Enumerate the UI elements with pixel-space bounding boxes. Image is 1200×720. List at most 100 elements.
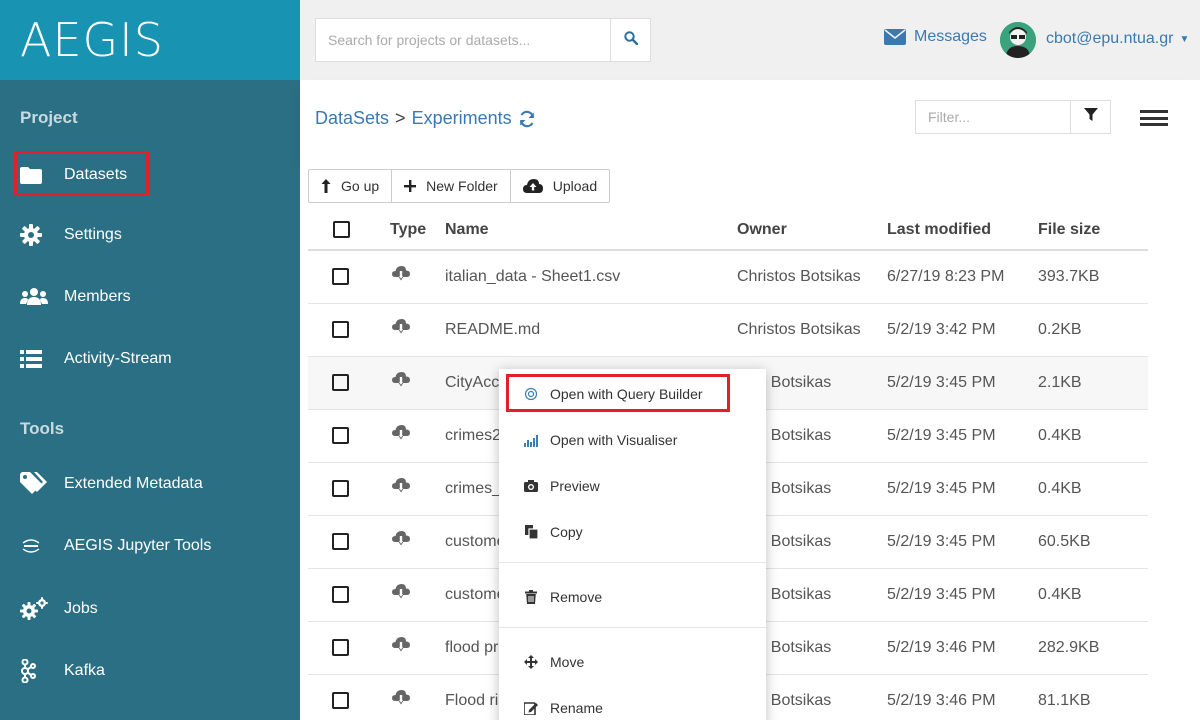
select-all-checkbox[interactable] (333, 220, 350, 238)
menu-item-preview[interactable]: Preview (499, 468, 766, 504)
owner-cell: Christos Botsikas (737, 250, 887, 304)
user-menu[interactable]: cbot@epu.ntua.gr ▼ (1046, 30, 1189, 48)
file-size-cell: 0.4KB (1038, 409, 1148, 463)
filter-button[interactable] (1070, 101, 1110, 133)
file-toolbar: Go up New Folder Upload (308, 169, 611, 203)
file-size-cell: 60.5KB (1038, 515, 1148, 569)
breadcrumb-current[interactable]: Experiments (412, 108, 512, 129)
caret-down-icon: ▼ (1179, 33, 1190, 45)
cloud-upload-icon (522, 179, 543, 193)
file-download-icon[interactable] (392, 690, 410, 710)
file-download-icon[interactable] (392, 478, 410, 498)
type-cell (364, 674, 445, 720)
file-download-icon[interactable] (392, 584, 410, 604)
modified-cell: 5/2/19 3:46 PM (887, 674, 1038, 720)
row-checkbox[interactable] (332, 373, 349, 391)
filter-icon (1083, 107, 1098, 127)
edit-icon (523, 701, 539, 715)
file-name-cell[interactable]: README.md (445, 303, 737, 357)
menu-item-copy[interactable]: Copy (499, 514, 766, 550)
search-button[interactable] (610, 19, 650, 61)
trash-icon (523, 590, 539, 604)
file-size-cell: 0.4KB (1038, 462, 1148, 516)
modified-cell: 5/2/19 3:45 PM (887, 515, 1038, 569)
sidebar-item-jupyter-tools[interactable]: AEGIS Jupyter Tools (20, 526, 211, 566)
row-checkbox[interactable] (332, 268, 349, 286)
row-checkbox[interactable] (332, 320, 349, 338)
new-folder-button[interactable]: New Folder (392, 170, 511, 202)
row-select-cell (308, 674, 364, 720)
new-folder-label: New Folder (426, 178, 498, 194)
kafka-icon (20, 659, 50, 683)
type-cell (364, 462, 445, 516)
file-download-icon[interactable] (392, 372, 410, 392)
file-name-cell[interactable]: italian_data - Sheet1.csv (445, 250, 737, 304)
menu-item-move[interactable]: Move (499, 644, 766, 680)
row-checkbox[interactable] (332, 638, 349, 656)
avatar[interactable] (1000, 22, 1036, 58)
sidebar-item-extended-metadata[interactable]: Extended Metadata (20, 464, 203, 504)
modified-cell: 5/2/19 3:45 PM (887, 409, 1038, 463)
file-size-cell: 0.4KB (1038, 568, 1148, 622)
gear-icon (20, 224, 50, 246)
bar-chart-icon (523, 433, 539, 447)
file-download-icon[interactable] (392, 266, 410, 286)
row-checkbox[interactable] (332, 479, 349, 497)
modified-cell: 5/2/19 3:45 PM (887, 568, 1038, 622)
menu-divider (499, 627, 766, 628)
highlight-box (14, 151, 149, 196)
menu-item-open-visualiser[interactable]: Open with Visualiser (499, 422, 766, 458)
row-checkbox[interactable] (332, 585, 349, 603)
row-select-cell (308, 409, 364, 463)
refresh-icon[interactable] (518, 110, 536, 128)
sidebar-item-jobs[interactable]: Jobs (20, 589, 98, 629)
menu-item-label: Preview (550, 478, 600, 494)
file-download-icon[interactable] (392, 319, 410, 339)
breadcrumb-root[interactable]: DataSets (315, 108, 389, 129)
menu-item-open-query-builder[interactable]: Open with Query Builder (499, 376, 766, 412)
menu-item-remove[interactable]: Remove (499, 579, 766, 615)
sidebar-item-settings[interactable]: Settings (20, 215, 122, 255)
search-input[interactable] (316, 19, 612, 61)
column-header-last-modified[interactable]: Last modified (887, 210, 1038, 251)
row-checkbox[interactable] (332, 691, 349, 709)
row-checkbox[interactable] (332, 532, 349, 550)
column-header-file-size[interactable]: File size (1038, 210, 1148, 251)
menu-item-label: Open with Visualiser (550, 432, 678, 448)
menu-item-label: Rename (550, 700, 603, 716)
go-up-button[interactable]: Go up (309, 170, 393, 202)
row-select-cell (308, 303, 364, 357)
hamburger-menu-icon[interactable] (1140, 108, 1168, 128)
column-header-type[interactable]: Type (364, 210, 445, 251)
file-size-cell: 0.2KB (1038, 303, 1148, 357)
table-row[interactable]: README.md Christos Botsikas 5/2/19 3:42 PM… (308, 303, 1148, 357)
section-title-tools: Tools (20, 419, 65, 438)
file-download-icon[interactable] (392, 637, 410, 657)
column-header-owner[interactable]: Owner (737, 210, 887, 251)
sidebar-item-label: Activity-Stream (64, 350, 172, 367)
row-checkbox[interactable] (332, 426, 349, 444)
sidebar-item-members[interactable]: Members (20, 277, 131, 317)
go-up-label: Go up (341, 178, 380, 194)
upload-button[interactable]: Upload (511, 170, 609, 202)
messages-link[interactable]: Messages (884, 28, 987, 46)
modified-cell: 6/27/19 8:23 PM (887, 250, 1038, 304)
search-box (315, 18, 651, 62)
upload-label: Upload (552, 178, 598, 194)
menu-item-rename[interactable]: Rename (499, 690, 766, 720)
sidebar-item-activity-stream[interactable]: Activity-Stream (20, 339, 172, 379)
sidebar-item-kafka[interactable]: Kafka (20, 651, 105, 691)
table-header-row: Type Name Owner Last modified File size (308, 210, 1148, 251)
type-cell (364, 356, 445, 410)
table-row[interactable]: italian_data - Sheet1.csv Christos Botsik… (308, 250, 1148, 304)
sidebar-item-label: Jobs (64, 600, 98, 617)
plus-icon (404, 180, 417, 192)
filter-input[interactable] (916, 101, 1070, 133)
row-select-cell (308, 621, 364, 675)
app-logo[interactable]: AEGIS (0, 0, 300, 80)
select-all-cell (308, 210, 364, 251)
type-cell (364, 515, 445, 569)
column-header-name[interactable]: Name (445, 210, 737, 251)
file-download-icon[interactable] (392, 531, 410, 551)
file-download-icon[interactable] (392, 425, 410, 445)
